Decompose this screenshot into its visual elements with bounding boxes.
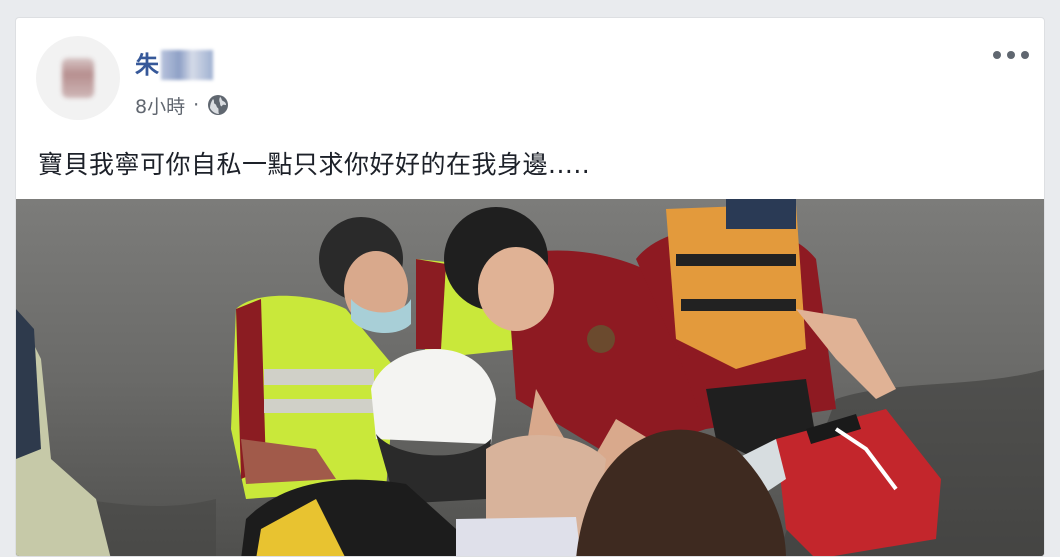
more-dot: [993, 51, 1001, 59]
post-meta: 8小時 ·: [135, 92, 229, 118]
author-row: 朱: [135, 48, 213, 82]
avatar-image-blurred: [62, 58, 94, 98]
author-avatar[interactable]: [36, 36, 120, 120]
more-dot: [1021, 51, 1029, 59]
meta-separator: ·: [193, 94, 200, 116]
more-dot: [1007, 51, 1015, 59]
post-timestamp-link[interactable]: 8小時: [135, 92, 185, 119]
globe-icon[interactable]: [207, 94, 229, 116]
feed-post-card: 朱 8小時 · 寶貝我寧可你自私一點只求你好好的在我身邊.....: [15, 17, 1045, 557]
more-options-icon[interactable]: [993, 48, 1029, 62]
author-name-link[interactable]: 朱: [135, 50, 159, 80]
author-name-redaction: [161, 50, 213, 80]
post-body-text: 寶貝我寧可你自私一點只求你好好的在我身邊.....: [38, 150, 591, 179]
post-photo[interactable]: [16, 199, 1044, 556]
